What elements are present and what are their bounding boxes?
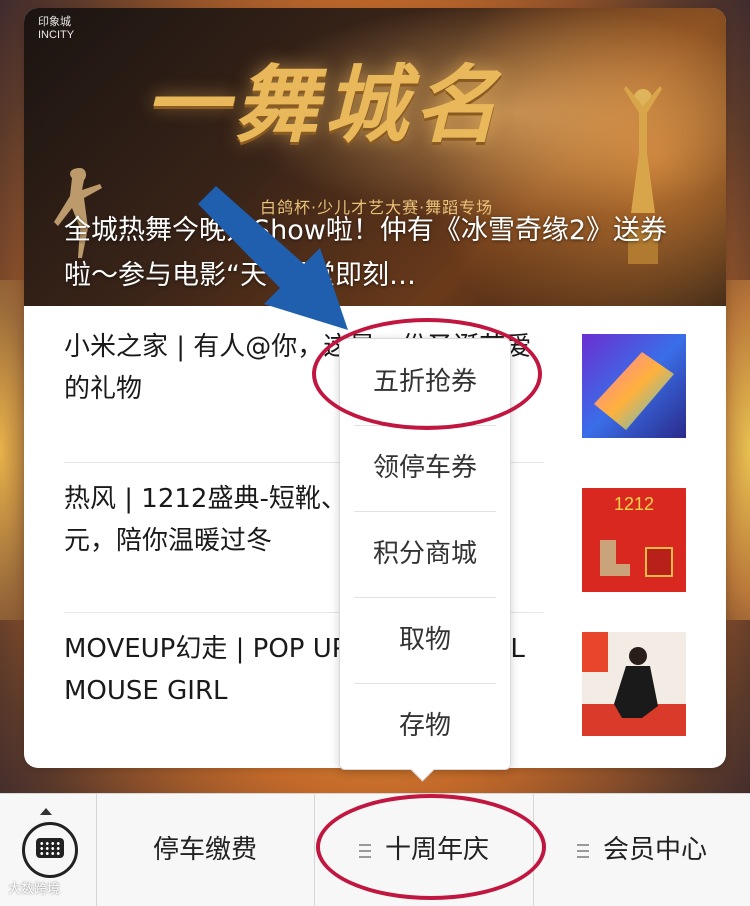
banner-image[interactable]: 印象城 INCITY 一舞城名 白鸽杯·少儿才艺大赛·舞蹈专场 全城热舞今晚开S… xyxy=(24,8,726,306)
annotation-circle-tab xyxy=(316,794,546,900)
keyboard-icon xyxy=(22,822,78,878)
popup-item-storage[interactable]: 存物 xyxy=(340,683,510,769)
annotation-circle-popup xyxy=(312,318,542,430)
popup-item-points-mall[interactable]: 积分商城 xyxy=(340,511,510,597)
watermark: 大数跨境 xyxy=(8,882,61,897)
model-image xyxy=(582,632,686,736)
tab-parking-payment[interactable]: 停车缴费 xyxy=(96,794,314,906)
popup-item-pickup[interactable]: 取物 xyxy=(340,597,510,683)
phone-image xyxy=(582,334,686,438)
tab-label: 停车缴费 xyxy=(152,835,257,865)
banner-title: 一舞城名 xyxy=(144,55,505,154)
article-headline[interactable]: 全城热舞今晚开Show啦！仲有《冰雪奇缘2》送券啦～参与电影“天”课堂即刻… xyxy=(64,208,684,298)
submenu-icon xyxy=(576,843,589,858)
incity-logo: 印象城 INCITY xyxy=(38,16,75,41)
popup-item-parking-coupon[interactable]: 领停车券 xyxy=(340,425,510,511)
tab-member-center[interactable]: 会员中心 xyxy=(534,794,750,906)
pointer-arrow-icon xyxy=(198,186,348,330)
svg-text:1212: 1212 xyxy=(614,494,654,514)
boots-image: 1212 xyxy=(582,488,686,592)
chevron-up-icon xyxy=(40,808,52,815)
tab-label: 会员中心 xyxy=(602,835,707,865)
